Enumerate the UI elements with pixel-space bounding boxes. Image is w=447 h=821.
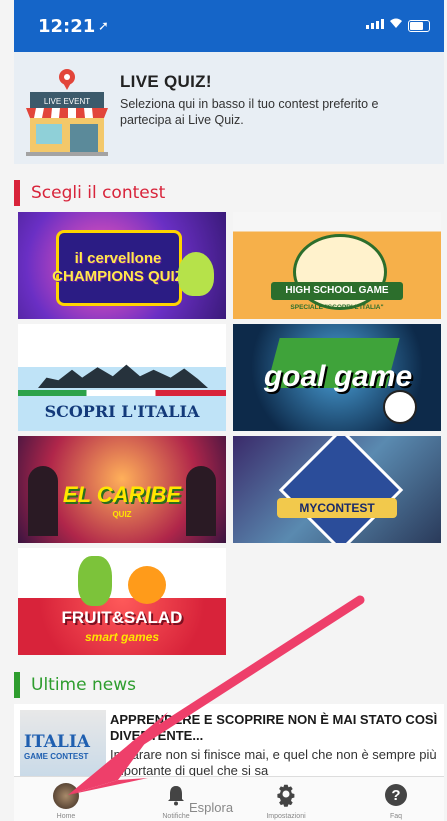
thumb-title: ITALIA (24, 732, 90, 752)
tab-label: Impostazioni (266, 813, 306, 820)
status-time: 12:21 (38, 16, 96, 37)
location-icon: ➚ (98, 18, 109, 33)
live-quiz-title: LIVE QUIZ! (120, 72, 212, 91)
tile-subtitle: QUIZ (112, 510, 132, 519)
soccer-ball-icon (383, 390, 417, 424)
contest-tile-high-school-game[interactable]: HIGH SCHOOL GAME SPECIALE "SCOPRI L'ITAL… (233, 212, 441, 319)
news-thumbnail: ITALIA GAME CONTEST (20, 710, 106, 782)
tile-title: FRUIT&SALAD (61, 608, 183, 627)
news-excerpt: Imparare non si finisce mai, e quel che … (110, 747, 437, 778)
contest-tile-mycontest[interactable]: MYCONTEST (233, 436, 441, 543)
tile-title: goal game (263, 360, 413, 393)
live-quiz-banner[interactable]: LIVE EVENT LIVE QUIZ! Seleziona qui in b… (14, 52, 444, 164)
tile-title: EL CARIBE (62, 482, 182, 507)
tile-title: il cervellone CHAMPIONS QUIZ (52, 250, 184, 285)
tile-subtitle: smart games (84, 630, 160, 644)
contest-tile-el-caribe[interactable]: EL CARIBE QUIZ (18, 436, 226, 543)
bell-icon (164, 783, 188, 812)
news-section-header: Ultime news (14, 672, 136, 698)
battery-icon (408, 20, 430, 32)
avatar (53, 783, 79, 809)
news-section-title: Ultime news (31, 675, 136, 695)
wifi-icon (388, 16, 404, 33)
explore-label: Esplora (189, 800, 234, 815)
news-item[interactable]: ITALIA GAME CONTEST APPRENDERE E SCOPRIR… (14, 704, 444, 784)
thumb-subtitle: GAME CONTEST (24, 752, 89, 761)
tab-label: Faq (389, 813, 403, 820)
orange-mascot-icon (128, 566, 166, 604)
signal-icon (366, 19, 384, 29)
tab-settings[interactable]: Impostazioni (246, 777, 326, 821)
tile-title: SCOPRI L'ITALIA (44, 402, 200, 421)
italian-flag-stripe (18, 390, 226, 396)
contest-section-title: Scegli il contest (31, 183, 166, 203)
tab-home[interactable]: Home (26, 777, 106, 821)
section-accent (14, 672, 20, 698)
mascot-icon (178, 252, 214, 296)
section-accent (14, 180, 20, 206)
tab-faq[interactable]: ? Faq (356, 777, 436, 821)
live-event-sign: LIVE EVENT (44, 97, 90, 106)
skyline-silhouette (38, 364, 208, 388)
svg-text:?: ? (391, 787, 400, 804)
tile-title: MYCONTEST (299, 501, 375, 515)
contest-section-header: Scegli il contest (14, 180, 165, 206)
vegetable-mascot-icon (78, 556, 112, 606)
contest-tile-scopri-italia[interactable]: SCOPRI L'ITALIA (18, 324, 226, 431)
contest-tile-goal-game[interactable]: goal game (233, 324, 441, 431)
gear-icon (274, 783, 298, 812)
tile-title: HIGH SCHOOL GAME (285, 285, 389, 296)
live-event-shop-icon: LIVE EVENT (26, 69, 108, 156)
live-quiz-description: Seleziona qui in basso il tuo contest pr… (120, 97, 379, 127)
contest-tile-champions-quiz[interactable]: il cervellone CHAMPIONS QUIZ (18, 212, 226, 319)
tile-subtitle: SPECIALE "SCOPRI L'ITALIA" (290, 304, 384, 311)
tile-diamond (278, 436, 404, 543)
status-bar: 12:21 ➚ (14, 0, 444, 52)
contest-tile-fruit-salad[interactable]: FRUIT&SALAD smart games (18, 548, 226, 655)
news-title: APPRENDERE E SCOPRIRE NON È MAI STATO CO… (110, 712, 438, 743)
help-icon: ? (384, 783, 408, 812)
tab-label: Home (56, 813, 76, 820)
